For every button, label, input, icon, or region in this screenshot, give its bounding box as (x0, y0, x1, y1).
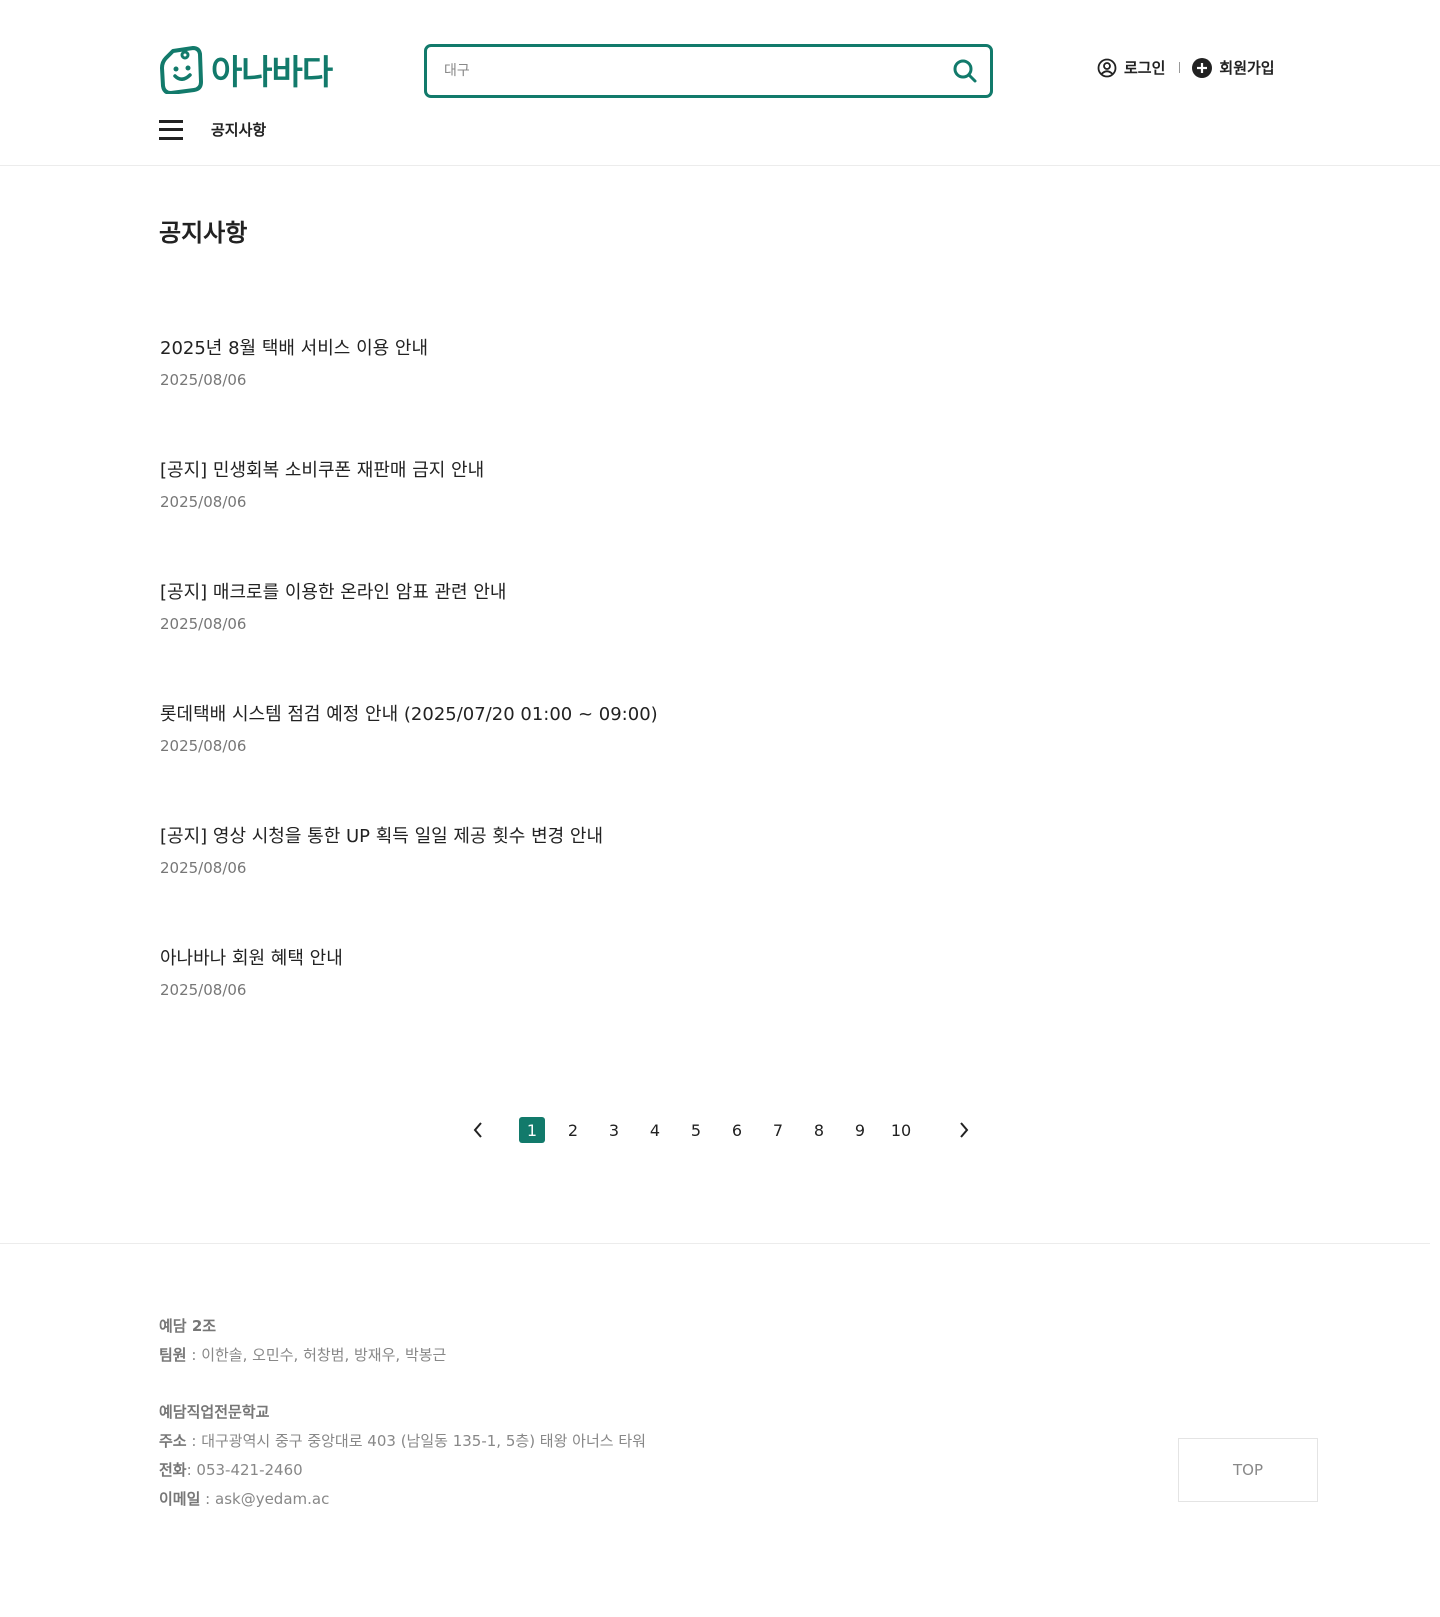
notice-item[interactable]: 롯데택배 시스템 점검 예정 안내 (2025/07/20 01:00 ~ 09… (160, 702, 1260, 824)
page-9-button[interactable]: 9 (847, 1117, 873, 1143)
members-label: 팀원 (159, 1346, 187, 1364)
team-members: : 이한솔, 오민수, 허창범, 방재우, 박봉근 (186, 1346, 447, 1364)
page-1-button[interactable]: 1 (519, 1117, 545, 1143)
address-value: : 대구광역시 중구 중앙대로 403 (남일동 135-1, 5층) 태왕 아… (186, 1432, 646, 1450)
plus-circle-icon (1192, 57, 1213, 78)
search-input[interactable] (427, 47, 940, 95)
main-nav: 공지사항 (159, 119, 266, 140)
team-name: 예담 2조 (159, 1317, 217, 1335)
phone-value: : 053-421-2460 (186, 1461, 303, 1479)
notice-item[interactable]: [공지] 민생회복 소비쿠폰 재판매 금지 안내 2025/08/06 (160, 458, 1260, 580)
notice-date: 2025/08/06 (160, 493, 247, 511)
signup-label: 회원가입 (1219, 59, 1275, 77)
search-button[interactable] (940, 47, 990, 95)
page-8-button[interactable]: 8 (806, 1117, 832, 1143)
notice-item[interactable]: [공지] 매크로를 이용한 온라인 암표 관련 안내 2025/08/06 (160, 580, 1260, 702)
pagination: 1 2 3 4 5 6 7 8 9 10 (465, 1117, 977, 1143)
notice-title[interactable]: 롯데택배 시스템 점검 예정 안내 (2025/07/20 01:00 ~ 09… (160, 702, 1260, 728)
site-header: 아나바다 로그인 회원가입 (0, 0, 1440, 166)
logo-text: 아나바다 (211, 52, 333, 93)
chevron-left-icon (473, 1122, 482, 1138)
notice-item[interactable]: 2025년 8월 택배 서비스 이용 안내 2025/08/06 (160, 336, 1260, 458)
notice-title[interactable]: [공지] 영상 시청을 통한 UP 획득 일일 제공 횟수 변경 안내 (160, 824, 1260, 850)
notice-date: 2025/08/06 (160, 981, 247, 999)
notice-title[interactable]: [공지] 민생회복 소비쿠폰 재판매 금지 안내 (160, 458, 1260, 484)
page-5-button[interactable]: 5 (683, 1117, 709, 1143)
site-logo[interactable]: 아나바다 (159, 44, 333, 94)
page-2-button[interactable]: 2 (560, 1117, 586, 1143)
notice-date: 2025/08/06 (160, 737, 247, 755)
notice-item[interactable]: 아나바나 회원 혜택 안내 2025/08/06 (160, 946, 1260, 1068)
notice-list: 2025년 8월 택배 서비스 이용 안내 2025/08/06 [공지] 민생… (160, 336, 1260, 1068)
auth-links: 로그인 회원가입 (1097, 57, 1275, 78)
page-3-button[interactable]: 3 (601, 1117, 627, 1143)
school-name: 예담직업전문학교 (159, 1403, 270, 1421)
search-bar (424, 44, 993, 98)
signup-link[interactable]: 회원가입 (1192, 57, 1275, 78)
email-value: : ask@yedam.ac (200, 1490, 330, 1508)
login-link[interactable]: 로그인 (1097, 57, 1165, 78)
phone-label: 전화 (159, 1461, 187, 1479)
page-numbers: 1 2 3 4 5 6 7 8 9 10 (519, 1117, 929, 1143)
email-label: 이메일 (159, 1490, 201, 1508)
search-icon (953, 59, 977, 83)
login-label: 로그인 (1124, 59, 1166, 77)
site-footer: 예담 2조 팀원 : 이한솔, 오민수, 허창범, 방재우, 박봉근 예담직업전… (0, 1243, 1430, 1617)
page-4-button[interactable]: 4 (642, 1117, 668, 1143)
notice-date: 2025/08/06 (160, 859, 247, 877)
notice-date: 2025/08/06 (160, 615, 247, 633)
page-7-button[interactable]: 7 (765, 1117, 791, 1143)
hamburger-icon[interactable] (159, 119, 183, 140)
notice-date: 2025/08/06 (160, 371, 247, 389)
next-page-button[interactable] (951, 1117, 977, 1143)
page-6-button[interactable]: 6 (724, 1117, 750, 1143)
page-10-button[interactable]: 10 (888, 1117, 914, 1143)
logo-face-icon (160, 46, 203, 94)
address-label: 주소 (159, 1432, 187, 1450)
nav-link-notice[interactable]: 공지사항 (211, 119, 266, 140)
notice-title[interactable]: [공지] 매크로를 이용한 온라인 암표 관련 안내 (160, 580, 1260, 606)
page-title: 공지사항 (159, 219, 248, 247)
notice-title[interactable]: 아나바나 회원 혜택 안내 (160, 946, 1260, 972)
notice-title[interactable]: 2025년 8월 택배 서비스 이용 안내 (160, 336, 1260, 362)
notice-item[interactable]: [공지] 영상 시청을 통한 UP 획득 일일 제공 횟수 변경 안내 2025… (160, 824, 1260, 946)
chevron-right-icon (960, 1122, 969, 1138)
auth-divider (1179, 62, 1181, 73)
prev-page-button[interactable] (465, 1117, 491, 1143)
footer-info: 예담 2조 팀원 : 이한솔, 오민수, 허창범, 방재우, 박봉근 예담직업전… (159, 1312, 646, 1514)
scroll-top-button[interactable]: TOP (1178, 1438, 1318, 1502)
user-circle-icon (1097, 58, 1117, 77)
